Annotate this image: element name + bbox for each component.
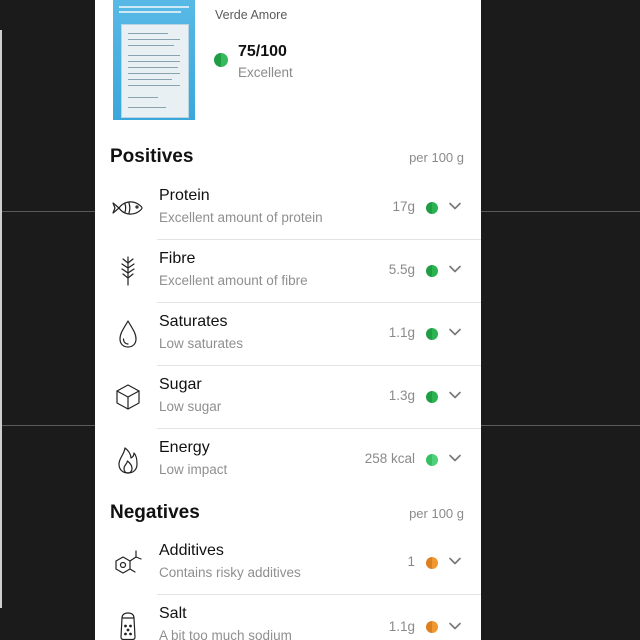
product-brand: Verde Amore [215, 8, 288, 22]
positives-per-unit: per 100 g [409, 150, 464, 165]
nutrient-name: Sugar [159, 376, 202, 393]
rating-dot-icon [426, 454, 438, 466]
chevron-down-icon[interactable] [448, 262, 462, 276]
nutrient-value: 1.3g [388, 388, 415, 403]
rating-dot-icon [426, 391, 438, 403]
nutrient-row-salt[interactable]: Salt A bit too much sodium 1.1g [95, 595, 481, 640]
background-line [481, 211, 640, 212]
salt-shaker-icon [111, 609, 145, 640]
positives-heading: Positives [110, 146, 194, 167]
cube-icon [111, 380, 145, 414]
nutrient-name: Protein [159, 187, 210, 204]
rating-dot-icon [426, 557, 438, 569]
nutrient-row-additives[interactable]: Additives Contains risky additives 1 [95, 532, 481, 595]
molecule-icon [111, 546, 145, 580]
background-edge [0, 30, 2, 608]
nutrient-description: Contains risky additives [159, 565, 301, 580]
nutrient-row-saturates[interactable]: Saturates Low saturates 1.1g [95, 303, 481, 366]
nutrient-value: 5.5g [388, 262, 415, 277]
negatives-heading: Negatives [110, 502, 200, 523]
chevron-down-icon[interactable] [448, 619, 462, 633]
nutrient-description: Low sugar [159, 399, 222, 414]
nutrient-description: Excellent amount of protein [159, 210, 323, 225]
product-image[interactable] [113, 0, 195, 120]
nutrient-value: 17g [392, 199, 415, 214]
nutrient-description: Excellent amount of fibre [159, 273, 308, 288]
rating-dot-icon [426, 621, 438, 633]
score-indicator-icon [214, 53, 228, 67]
nutrient-value: 1.1g [388, 325, 415, 340]
rating-dot-icon [426, 202, 438, 214]
background-line [0, 211, 95, 212]
nutrient-name: Fibre [159, 250, 196, 267]
background-line [0, 425, 95, 426]
nutrient-description: Low impact [159, 462, 228, 477]
nutrient-value: 1 [407, 554, 415, 569]
nutrient-name: Energy [159, 439, 210, 456]
background-line [481, 425, 640, 426]
nutrient-name: Additives [159, 542, 224, 559]
score-label: Excellent [238, 65, 293, 80]
nutrient-row-energy[interactable]: Energy Low impact 258 kcal [95, 429, 481, 492]
product-score: 75/100 [238, 43, 287, 60]
nutrient-row-fibre[interactable]: Fibre Excellent amount of fibre 5.5g [95, 240, 481, 303]
rating-dot-icon [426, 265, 438, 277]
flame-icon [111, 443, 145, 477]
nutrient-description: A bit too much sodium [159, 628, 292, 640]
nutrient-name: Salt [159, 605, 187, 622]
fish-icon [111, 191, 145, 225]
chevron-down-icon[interactable] [448, 388, 462, 402]
rating-dot-icon [426, 328, 438, 340]
nutrient-row-sugar[interactable]: Sugar Low sugar 1.3g [95, 366, 481, 429]
app-screen[interactable]: Verde Amore 75/100 Excellent Positives p… [95, 0, 481, 640]
wheat-icon [111, 254, 145, 288]
nutrient-description: Low saturates [159, 336, 244, 351]
chevron-down-icon[interactable] [448, 199, 462, 213]
nutrient-value: 1.1g [388, 619, 415, 634]
chevron-down-icon[interactable] [448, 451, 462, 465]
drop-icon [111, 317, 145, 351]
nutrient-name: Saturates [159, 313, 228, 330]
chevron-down-icon[interactable] [448, 554, 462, 568]
negatives-per-unit: per 100 g [409, 506, 464, 521]
chevron-down-icon[interactable] [448, 325, 462, 339]
nutrient-row-protein[interactable]: Protein Excellent amount of protein 17g [95, 177, 481, 240]
nutrient-value: 258 kcal [364, 451, 415, 466]
